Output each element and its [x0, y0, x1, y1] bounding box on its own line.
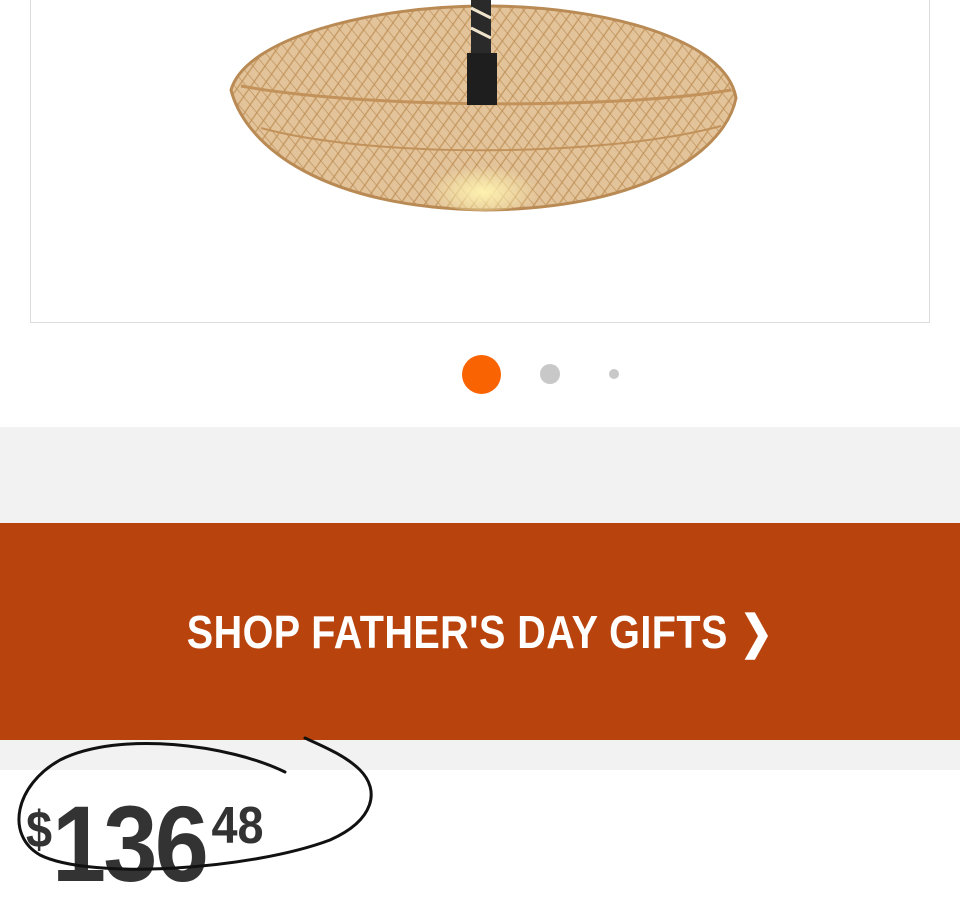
carousel-dots	[0, 0, 960, 427]
carousel-dot-active[interactable]	[462, 355, 501, 394]
promo-label: SHOP FATHER'S DAY GIFTS ❯	[187, 605, 774, 659]
chevron-right-icon: ❯	[739, 605, 774, 658]
product-price: $ 136 48	[26, 783, 264, 904]
product-image-card	[0, 0, 960, 427]
price-currency: $	[26, 801, 53, 859]
carousel-dot[interactable]	[609, 369, 619, 379]
section-divider	[0, 740, 960, 770]
carousel-dot[interactable]	[540, 364, 560, 384]
promo-text: SHOP FATHER'S DAY GIFTS	[186, 605, 728, 658]
section-divider	[0, 427, 960, 523]
price-dollars: 136	[52, 783, 209, 904]
price-cents: 48	[211, 797, 264, 855]
shop-fathers-day-banner[interactable]: SHOP FATHER'S DAY GIFTS ❯	[0, 523, 960, 740]
